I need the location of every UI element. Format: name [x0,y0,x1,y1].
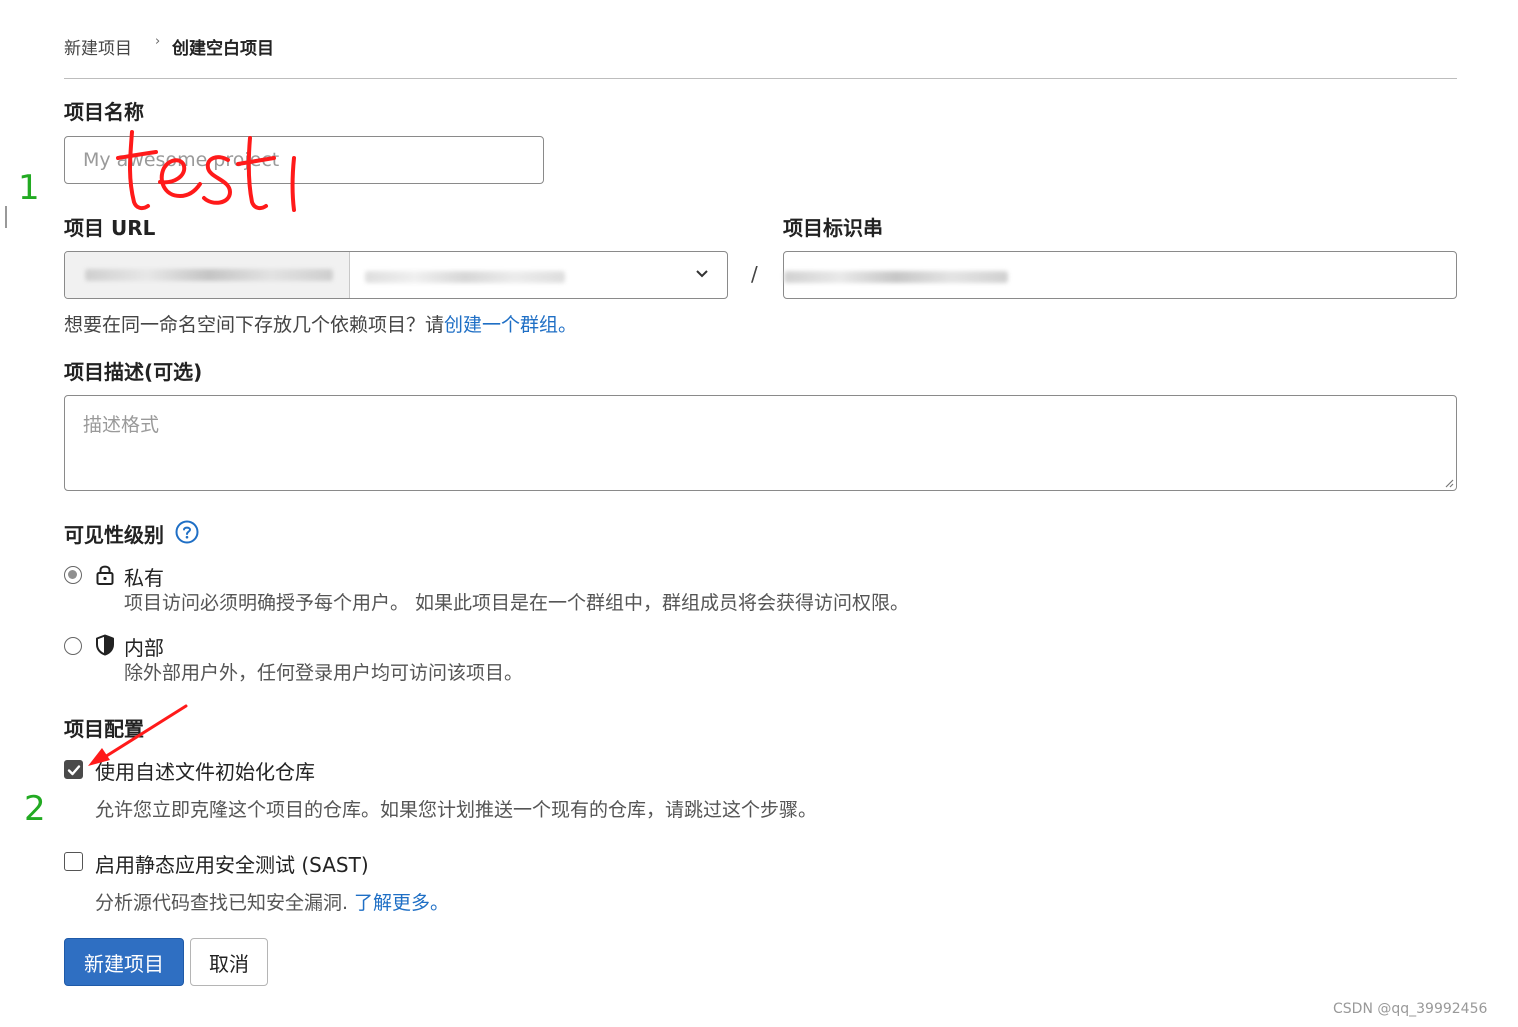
question-circle-icon[interactable] [175,520,199,544]
cropped-edge-text [0,206,7,228]
enable-sast-title: 启用静态应用安全测试 (SAST) [95,853,369,877]
breadcrumb-parent[interactable]: 新建项目 [64,34,132,59]
enable-sast-desc-text: 分析源代码查找已知安全漏洞. [95,892,349,914]
breadcrumb-separator: › [155,34,161,49]
project-url-label: 项目 URL [64,216,156,240]
shield-icon [96,634,114,656]
chevron-down-icon[interactable] [695,269,709,279]
description-placeholder: 描述格式 [83,414,160,436]
create-group-link[interactable]: 创建一个群组。 [444,314,577,336]
visibility-label: 可见性级别 [64,523,164,547]
redacted-namespace [365,271,565,283]
init-readme-desc: 允许您立即克隆这个项目的仓库。如果您计划推送一个现有的仓库，请跳过这个步骤。 [95,799,818,821]
project-slug-input[interactable] [783,251,1457,299]
visibility-private-desc: 项目访问必须明确授予每个用户。 如果此项目是在一个群组中，群组成员将会获得访问权… [124,592,910,614]
lock-icon [96,565,114,585]
description-label: 项目描述(可选) [64,360,203,384]
learn-more-link[interactable]: 了解更多。 [354,892,449,914]
annotation-number-1: 1 [18,168,40,208]
visibility-internal-title: 内部 [124,636,164,660]
visibility-internal-desc: 除外部用户外，任何登录用户均可访问该项目。 [124,662,524,684]
visibility-private-title: 私有 [124,566,164,590]
redacted-url-prefix [85,269,333,281]
cancel-button[interactable]: 取消 [190,938,268,986]
enable-sast-checkbox[interactable] [64,852,83,871]
group-hint-text: 想要在同一命名空间下存放几个依赖项目？请 [64,314,445,336]
visibility-private-radio[interactable] [64,566,82,584]
annotation-number-2: 2 [24,789,46,829]
url-slug-separator: / [751,262,758,286]
resize-handle-icon[interactable] [1444,478,1454,488]
group-hint: 想要在同一命名空间下存放几个依赖项目？请创建一个群组。 [64,310,577,337]
project-url-select[interactable] [64,251,728,299]
description-textarea[interactable]: 描述格式 [64,395,1457,491]
visibility-internal-radio[interactable] [64,637,82,655]
breadcrumb-current: 创建空白项目 [172,39,274,59]
red-arrow-annotation [88,704,188,766]
redacted-slug-value [784,271,1008,283]
create-project-button[interactable]: 新建项目 [64,938,184,986]
enable-sast-desc: 分析源代码查找已知安全漏洞. 了解更多。 [95,888,449,915]
csdn-watermark: CSDN @qq_39992456 [1333,1001,1488,1017]
project-slug-label: 项目标识串 [783,216,883,240]
divider [64,78,1457,79]
